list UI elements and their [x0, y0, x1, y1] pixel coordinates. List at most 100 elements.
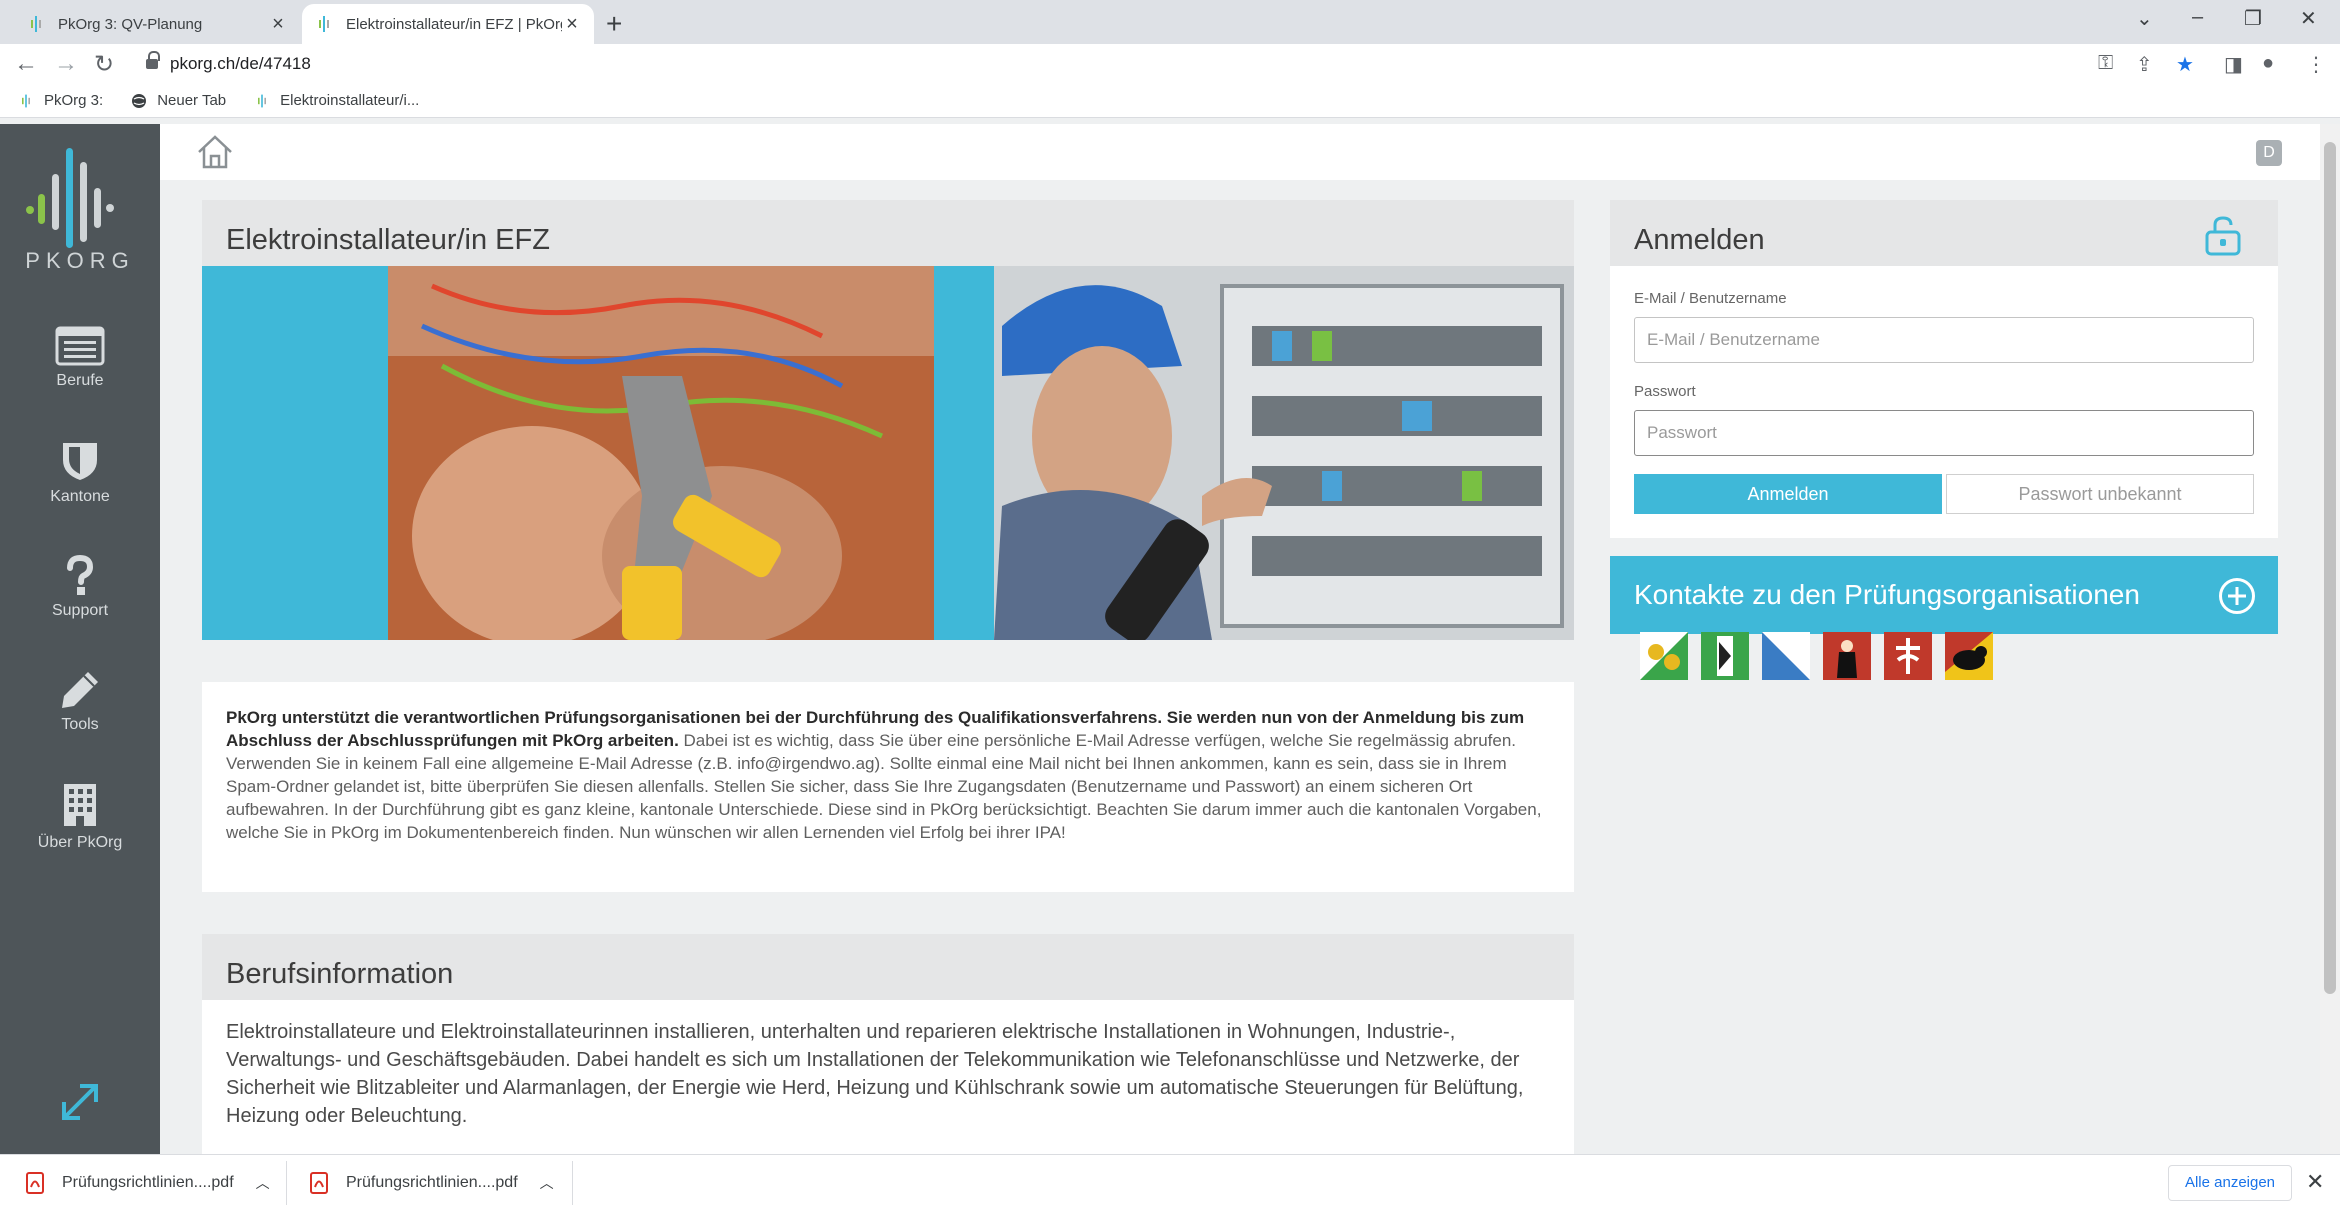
appenzell-ar-crest[interactable]: [1701, 632, 1749, 680]
bookmark-star-icon[interactable]: ★: [2176, 52, 2194, 77]
show-all-downloads-button[interactable]: Alle anzeigen: [2168, 1165, 2292, 1201]
email-field[interactable]: E-Mail / Benutzername: [1634, 317, 2254, 363]
intro-text: PkOrg unterstützt die verantwortlichen P…: [202, 682, 1574, 892]
browser-toolbar: ← → ↻ pkorg.ch/de/47418 ⚿ ⇪ ★ ◨ ● ⋮: [0, 44, 2340, 84]
bookmark-label: PkOrg 3:: [44, 92, 104, 109]
address-bar[interactable]: pkorg.ch/de/47418: [136, 48, 2096, 80]
download-filename: Prüfungsrichtlinien....pdf: [346, 1174, 518, 1191]
download-item[interactable]: Prüfungsrichtlinien....pdf ︿: [26, 1163, 270, 1203]
globe-icon: [132, 93, 147, 108]
restore-icon[interactable]: ❐: [2244, 6, 2262, 31]
key-icon[interactable]: ⚿: [2098, 52, 2113, 75]
pdf-icon: [310, 1172, 328, 1194]
page-scrollbar[interactable]: [2320, 124, 2340, 1154]
sidebar-item-ueber-pkorg[interactable]: Über PkOrg: [0, 782, 160, 852]
sidebar-item-label: Berufe: [56, 372, 104, 389]
download-filename: Prüfungsrichtlinien....pdf: [62, 1174, 234, 1191]
lock-icon[interactable]: [146, 51, 160, 71]
close-icon[interactable]: ×: [562, 13, 582, 36]
sidebar-item-support[interactable]: Support: [0, 554, 160, 620]
pkorg-favicon-icon: [22, 94, 30, 107]
pkorg-favicon-icon: [31, 16, 41, 32]
forgot-password-button[interactable]: Passwort unbekannt: [1946, 474, 2254, 514]
bookmark-item[interactable]: Neuer Tab: [131, 92, 226, 109]
profile-icon[interactable]: ●: [2262, 52, 2274, 75]
unlock-icon: [2205, 216, 2241, 256]
url-text[interactable]: pkorg.ch/de/47418: [170, 54, 311, 74]
sidebar-item-tools[interactable]: Tools: [0, 668, 160, 734]
tab-title: Elektroinstallateur/in EFZ | PkOrg: [346, 15, 562, 33]
contacts-toggle[interactable]: Kontakte zu den Prüfungsorganisationen: [1610, 556, 2278, 634]
sidebar-item-berufe[interactable]: Berufe: [0, 326, 160, 390]
question-icon: [67, 554, 94, 595]
home-icon[interactable]: [196, 134, 234, 170]
close-icon[interactable]: ×: [268, 13, 288, 36]
minimize-icon[interactable]: –: [2192, 6, 2203, 29]
forward-icon[interactable]: →: [54, 50, 78, 78]
top-bar: D: [160, 124, 2320, 180]
sidebar-item-label: Tools: [61, 716, 99, 733]
zurich-crest[interactable]: [1762, 632, 1810, 680]
chevron-up-icon[interactable]: ︿: [256, 1173, 270, 1193]
sidebar-item-kantone[interactable]: Kantone: [0, 440, 160, 506]
download-item[interactable]: Prüfungsrichtlinien....pdf ︿: [310, 1163, 554, 1203]
bookmark-label: Elektroinstallateur/i...: [280, 92, 420, 109]
berufsinfo-text: Elektroinstallateure und Elektroinstalla…: [226, 1021, 1524, 1127]
schwyz-crest[interactable]: [1823, 632, 1871, 680]
new-tab-icon[interactable]: +: [606, 8, 622, 40]
side-panel-icon[interactable]: ◨: [2224, 52, 2243, 77]
divider: [572, 1161, 573, 1205]
bookmark-item[interactable]: Elektroinstallateur/i...: [254, 92, 419, 109]
share-icon[interactable]: ⇪: [2136, 52, 2153, 77]
tab-search-chevron-icon[interactable]: ⌄: [2136, 6, 2153, 31]
scrollbar-thumb[interactable]: [2324, 142, 2336, 994]
contacts-title: Kontakte zu den Prüfungsorganisationen: [1634, 579, 2140, 610]
building-icon: [64, 784, 96, 826]
pencil-icon: [62, 672, 98, 708]
login-panel: Anmelden E-Mail / Benutzername E-Mail / …: [1610, 200, 2278, 538]
email-label: E-Mail / Benutzername: [1634, 290, 1787, 307]
password-field[interactable]: Passwort: [1634, 410, 2254, 456]
back-icon[interactable]: ←: [14, 50, 38, 78]
browser-tab-active[interactable]: Elektroinstallateur/in EFZ | PkOrg ×: [302, 4, 594, 44]
hero-image: [202, 266, 1574, 640]
browser-tab-bar: PkOrg 3: QV-Planung × Elektroinstallateu…: [0, 0, 2340, 44]
bookmarks-bar: PkOrg 3: Neuer Tab Elektroinstallateur/i…: [0, 84, 2340, 118]
profession-panel: Elektroinstallateur/in EFZ: [202, 200, 1574, 266]
sidebar-item-label: Support: [51, 602, 109, 619]
login-header: Anmelden: [1610, 200, 2278, 266]
menu-dots-icon[interactable]: ⋮: [2306, 52, 2326, 77]
close-download-bar-icon[interactable]: ✕: [2306, 1169, 2324, 1195]
bookmark-label: Neuer Tab: [157, 92, 227, 109]
user-avatar[interactable]: D: [2256, 140, 2282, 166]
browser-tab[interactable]: PkOrg 3: QV-Planung ×: [14, 4, 300, 44]
bookmark-item[interactable]: PkOrg 3:: [18, 92, 103, 109]
plus-circle-icon[interactable]: [2218, 577, 2256, 615]
neuchatel-crest[interactable]: [1884, 632, 1932, 680]
thurgau-crest[interactable]: [1640, 632, 1688, 680]
logo-text: PKORG: [25, 248, 135, 273]
download-bar: Prüfungsrichtlinien....pdf ︿ Prüfungsric…: [0, 1154, 2340, 1211]
list-icon: [55, 326, 105, 366]
tab-title: PkOrg 3: QV-Planung: [58, 15, 203, 33]
login-button[interactable]: Anmelden: [1634, 474, 1942, 514]
password-label: Passwort: [1634, 383, 1696, 400]
berufsinfo-panel: Berufsinformation Elektroinstallateure u…: [202, 934, 1574, 1154]
divider: [286, 1161, 287, 1205]
canton-crests: [1640, 632, 2006, 680]
bern-crest[interactable]: [1945, 632, 1993, 680]
pkorg-favicon-icon: [258, 94, 267, 107]
window-close-icon[interactable]: ✕: [2300, 6, 2317, 31]
page-title: Elektroinstallateur/in EFZ: [202, 200, 1574, 266]
sidebar-item-label: Über PkOrg: [37, 834, 123, 851]
berufsinfo-title: Berufsinformation: [202, 934, 1574, 1000]
pkorg-favicon-icon: [319, 16, 329, 32]
sidebar-item-label: Kantone: [50, 488, 110, 505]
sidebar: PKORG Berufe Kantone Support Tools Über …: [0, 124, 160, 1154]
pdf-icon: [26, 1172, 44, 1194]
expand-icon[interactable]: [58, 1080, 102, 1124]
chevron-up-icon[interactable]: ︿: [540, 1173, 554, 1193]
hero-photos: [388, 266, 1574, 640]
reload-icon[interactable]: ↻: [94, 50, 114, 79]
login-title: Anmelden: [1634, 224, 1765, 256]
